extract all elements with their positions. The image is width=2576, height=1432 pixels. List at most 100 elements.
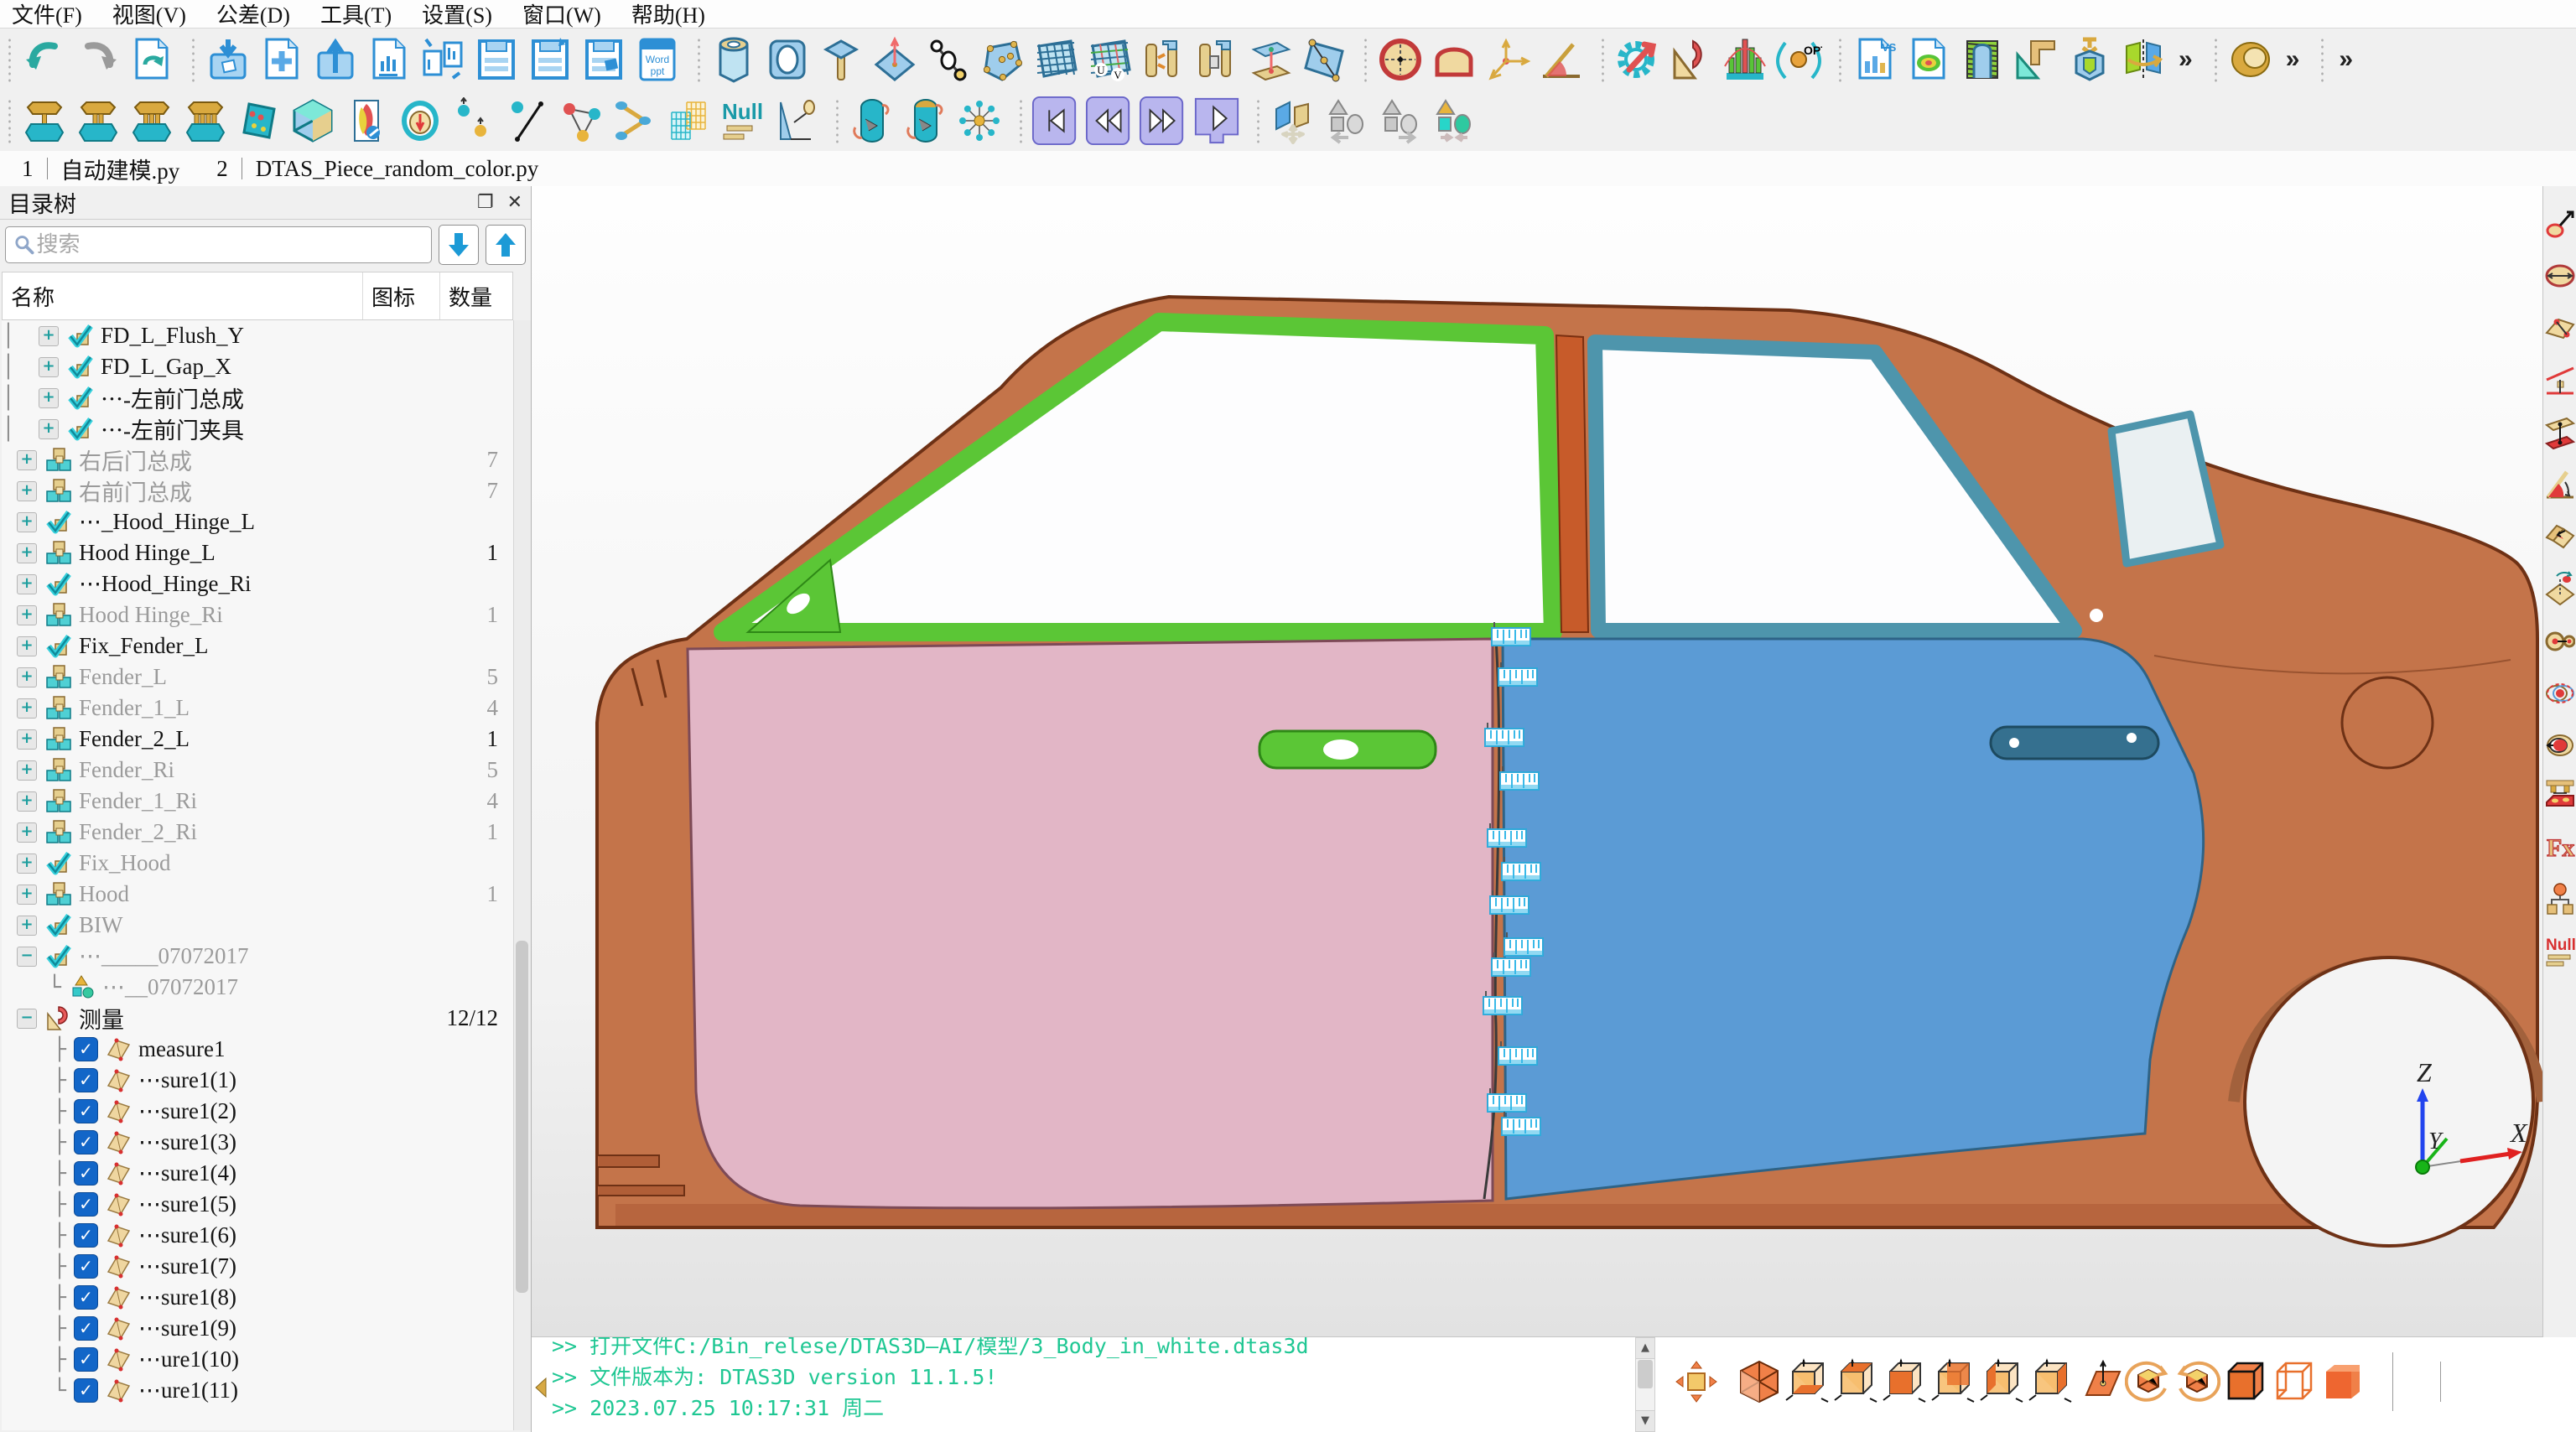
pin-icon[interactable] <box>817 35 865 84</box>
plane-points-icon[interactable] <box>2544 302 2576 354</box>
toolbar-overflow-chevron[interactable]: » <box>2339 45 2353 74</box>
tree-item-label[interactable]: Fix_Hood <box>79 850 171 876</box>
expand-icon[interactable]: + <box>17 915 37 936</box>
tree-item-label[interactable]: ⋯sure1(2) <box>138 1098 236 1124</box>
column-icon[interactable]: 图标 <box>363 272 440 319</box>
expand-icon[interactable]: + <box>17 729 37 750</box>
iso-cube-icon[interactable] <box>288 96 337 145</box>
gear-wrench-icon[interactable] <box>1613 35 1662 84</box>
torus-icon[interactable] <box>2226 35 2275 84</box>
tree-row[interactable]: − 测量 12/12 <box>2 1003 513 1034</box>
save-model-icon[interactable] <box>579 35 628 84</box>
gauge-icon[interactable] <box>396 96 444 145</box>
bolt-3-icon[interactable] <box>127 96 176 145</box>
tree-item-label[interactable]: Hood Hinge_Ri <box>79 602 223 628</box>
new-doc-icon[interactable] <box>257 35 306 84</box>
tree-row[interactable]: ├ ✓ ⋯sure1(1) <box>2 1065 513 1096</box>
visibility-checkbox[interactable]: ✓ <box>74 1254 98 1279</box>
expand-icon[interactable]: + <box>17 760 37 781</box>
surface-points-icon[interactable] <box>978 35 1026 84</box>
expand-icon[interactable]: + <box>39 387 59 408</box>
bolt-4-icon[interactable] <box>181 96 230 145</box>
menu-item-6[interactable]: 帮助(H) <box>631 0 705 29</box>
visibility-checkbox[interactable]: ✓ <box>74 1068 98 1092</box>
point-line-icon[interactable] <box>503 96 552 145</box>
import-box-icon[interactable] <box>204 35 252 84</box>
tree-item-label[interactable]: BIW <box>79 912 122 938</box>
tree-scrollbar[interactable] <box>513 320 531 1430</box>
visibility-checkbox[interactable]: ✓ <box>74 1192 98 1217</box>
fold-angle-icon[interactable] <box>2544 510 2576 562</box>
expand-icon[interactable]: + <box>39 356 59 377</box>
ellipse-measure-icon[interactable] <box>2544 250 2576 302</box>
bolt-1-icon[interactable] <box>20 96 69 145</box>
tree-row[interactable]: + Hood 1 <box>2 879 513 910</box>
tree-item-label[interactable]: Fender_L <box>79 664 167 690</box>
front-door-panel[interactable] <box>686 637 1494 1210</box>
view-top-icon[interactable] <box>1832 1356 1881 1408</box>
tree-item-label[interactable]: ⋯Hood_Hinge_Ri <box>79 571 252 597</box>
tree-item-label[interactable]: ⋯__07072017 <box>102 974 238 1000</box>
tree-row[interactable]: ├ ✓ ⋯sure1(7) <box>2 1251 513 1282</box>
tree-row[interactable]: + Fender_2_L 1 <box>2 724 513 755</box>
3d-viewport[interactable]: Z Y X <box>532 186 2548 1337</box>
tree-row[interactable]: + Fender_2_Ri 1 <box>2 817 513 848</box>
front-window-frame[interactable] <box>714 313 1562 641</box>
tree-row[interactable]: + 右前门总成 7 <box>2 475 513 506</box>
undo-icon[interactable] <box>20 35 69 84</box>
close-panel-icon[interactable]: ✕ <box>507 192 522 213</box>
toolbar-drag-handle[interactable] <box>834 98 840 143</box>
menu-item-4[interactable]: 设置(S) <box>422 0 492 29</box>
expand-icon[interactable]: + <box>17 884 37 905</box>
plane-pair-icon[interactable] <box>1246 35 1295 84</box>
tree-item-label[interactable]: ⋯sure1(5) <box>138 1191 236 1217</box>
rotate-cw-icon[interactable] <box>2173 1356 2221 1408</box>
redo-icon[interactable] <box>74 35 122 84</box>
refresh-doc-icon[interactable] <box>127 35 176 84</box>
bolt-2-icon[interactable] <box>74 96 122 145</box>
tree-row[interactable]: │ + FD_L_Gap_X <box>2 351 513 382</box>
star-nodes-icon[interactable] <box>955 96 1004 145</box>
column-count[interactable]: 数量 <box>440 272 512 319</box>
expand-icon[interactable]: + <box>17 542 37 563</box>
visibility-checkbox[interactable]: ✓ <box>74 1316 98 1341</box>
tree-item-label[interactable]: ⋯_Hood_Hinge_L <box>79 509 255 535</box>
menu-item-5[interactable]: 窗口(W) <box>522 0 601 29</box>
visibility-checkbox[interactable]: ✓ <box>74 1037 98 1061</box>
tree-row[interactable]: ├ ✓ ⋯sure1(3) <box>2 1127 513 1158</box>
position-tolerance-icon[interactable] <box>2544 666 2576 718</box>
tree-row[interactable]: + 右后门总成 7 <box>2 444 513 475</box>
expand-icon[interactable]: + <box>17 604 37 625</box>
toolbar-drag-handle[interactable] <box>1837 37 1843 82</box>
toolbar-drag-handle[interactable] <box>1018 98 1024 143</box>
expand-icon[interactable]: + <box>17 698 37 719</box>
pin-swap-icon[interactable] <box>1139 35 1187 84</box>
contour-wrench-icon[interactable] <box>342 96 391 145</box>
axis-triad-icon[interactable] <box>1483 35 1532 84</box>
plane-view-icon[interactable] <box>2075 1356 2124 1408</box>
toolbar-drag-handle[interactable] <box>2319 37 2326 82</box>
tree-item-label[interactable]: ⋯_____07072017 <box>79 943 249 969</box>
vs-report-icon[interactable]: VS <box>1851 35 1899 84</box>
menu-item-2[interactable]: 公差(D) <box>216 0 290 29</box>
visibility-checkbox[interactable]: ✓ <box>74 1347 98 1372</box>
expand-icon[interactable]: + <box>17 667 37 687</box>
dice-icon[interactable] <box>235 96 283 145</box>
pan-view-icon[interactable] <box>1672 1356 1721 1408</box>
tree-item-label[interactable]: ⋯sure1(7) <box>138 1253 236 1279</box>
tree-item-label[interactable]: measure1 <box>138 1036 225 1062</box>
tree-item-label[interactable]: Fender_2_Ri <box>79 819 197 845</box>
tree-row[interactable]: ├ ✓ ⋯ure1(10) <box>2 1344 513 1375</box>
view-bottom-icon[interactable] <box>1784 1356 1832 1408</box>
profile-ring-icon[interactable] <box>2544 718 2576 770</box>
tree-item-label[interactable]: ⋯sure1(4) <box>138 1160 236 1186</box>
tree-item-label[interactable]: Fender_2_L <box>79 726 190 752</box>
tree-row[interactable]: ├ ✓ ⋯sure1(2) <box>2 1096 513 1127</box>
press-fit-icon[interactable] <box>2065 35 2114 84</box>
tree-item-label[interactable]: Fix_Fender_L <box>79 633 209 659</box>
protractor-tool-icon[interactable] <box>1667 35 1716 84</box>
tree-row[interactable]: + Fender_1_Ri 4 <box>2 786 513 817</box>
menu-item-0[interactable]: 文件(F) <box>12 0 82 29</box>
tree-row[interactable]: + BIW <box>2 910 513 941</box>
tree-row[interactable]: ├ ✓ ⋯sure1(4) <box>2 1158 513 1189</box>
